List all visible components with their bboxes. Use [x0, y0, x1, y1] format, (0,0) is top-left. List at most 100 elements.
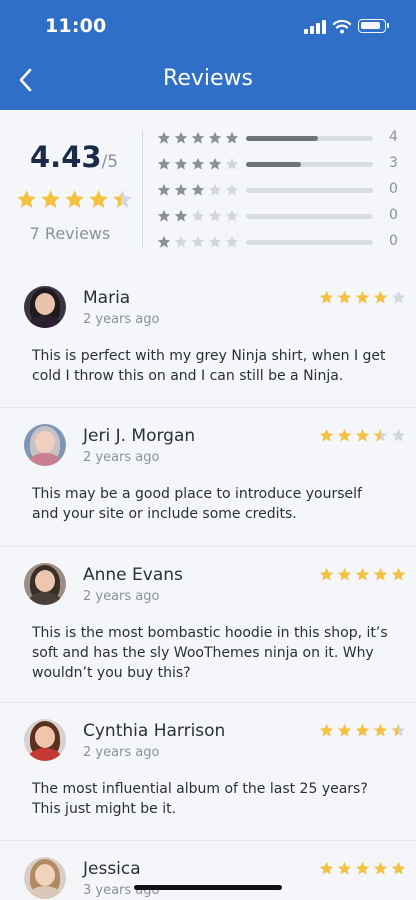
star-icon [225, 235, 239, 248]
review-item: Anne Evans 2 years ago This is the most … [0, 547, 416, 703]
star-icon [157, 235, 171, 248]
star-icon [191, 157, 205, 170]
star-icon [391, 861, 406, 875]
review-item: Jessica 3 years ago [0, 841, 416, 900]
star-icon [157, 157, 171, 170]
star-icon [355, 290, 370, 304]
reviewer-name: Anne Evans [83, 565, 183, 585]
distribution-bar [246, 240, 373, 245]
star-icon [208, 183, 222, 196]
star-icon [113, 190, 132, 208]
avatar [24, 424, 66, 466]
star-icon [355, 723, 370, 737]
star-icon [191, 235, 205, 248]
star-icon [355, 861, 370, 875]
star-icon [391, 428, 406, 442]
star-icon [391, 290, 406, 304]
star-icon [17, 190, 36, 208]
review-text: This is perfect with my grey Ninja shirt… [32, 348, 386, 384]
avatar [24, 286, 66, 328]
review-rating [319, 723, 409, 742]
star-icon [208, 209, 222, 222]
review-date: 2 years ago [83, 450, 160, 465]
star-icon [208, 131, 222, 144]
distribution-bar [246, 136, 373, 141]
star-icon [174, 183, 188, 196]
distribution-stars [157, 235, 242, 254]
star-icon [208, 157, 222, 170]
star-icon [373, 428, 388, 442]
star-icon [319, 567, 334, 581]
star-icon [191, 131, 205, 144]
star-icon [337, 567, 352, 581]
star-icon [337, 290, 352, 304]
star-icon [319, 861, 334, 875]
star-icon [319, 428, 334, 442]
review-text: The most influential album of the last 2… [32, 781, 368, 817]
star-icon [225, 183, 239, 196]
review-rating [319, 861, 409, 880]
page-title: Reviews [163, 66, 253, 91]
reviewer-name: Cynthia Harrison [83, 721, 226, 741]
star-icon [373, 723, 388, 737]
distribution-bar [246, 214, 373, 219]
reviewer-name: Jeri J. Morgan [83, 426, 196, 446]
distribution-count: 4 [389, 129, 398, 145]
wifi-icon [333, 19, 351, 34]
star-icon [355, 567, 370, 581]
average-value: 4.43 [30, 140, 102, 174]
star-icon [225, 157, 239, 170]
star-icon [65, 190, 84, 208]
star-icon [225, 209, 239, 222]
star-icon [89, 190, 108, 208]
review-item: Maria 2 years ago This is perfect with m… [0, 270, 416, 408]
app-header: 11:00 Reviews [0, 0, 416, 110]
avatar [24, 563, 66, 605]
review-date: 2 years ago [83, 312, 160, 327]
review-rating [319, 567, 409, 586]
rating-distribution: 4 3 0 0 0 [157, 127, 407, 257]
status-bar: 11:00 [0, 0, 416, 56]
reviewer-name: Jessica [83, 859, 141, 879]
distribution-stars [157, 131, 242, 150]
distribution-bar [246, 188, 373, 193]
distribution-stars [157, 157, 242, 176]
status-time: 11:00 [45, 15, 107, 37]
rating-summary: 4.43/5 7 Reviews 4 3 0 0 0 [0, 110, 416, 270]
star-icon [319, 290, 334, 304]
distribution-count: 0 [389, 181, 398, 197]
star-icon [208, 235, 222, 248]
distribution-count: 3 [389, 155, 398, 171]
star-icon [373, 290, 388, 304]
review-item: Cynthia Harrison 2 years ago The most in… [0, 703, 416, 841]
star-icon [337, 428, 352, 442]
star-icon [319, 723, 334, 737]
star-icon [391, 723, 406, 737]
reviewer-name: Maria [83, 288, 131, 308]
star-icon [174, 157, 188, 170]
avatar [24, 719, 66, 761]
cellular-signal-icon [304, 20, 326, 34]
distribution-row-1: 0 [157, 231, 407, 257]
summary-divider [142, 130, 143, 248]
review-rating [319, 428, 409, 447]
distribution-row-2: 0 [157, 205, 407, 231]
review-date: 2 years ago [83, 745, 160, 760]
star-icon [355, 428, 370, 442]
review-text: This may be a good place to introduce yo… [32, 486, 362, 522]
review-text: This is the most bombastic hoodie in thi… [32, 625, 388, 681]
distribution-bar-fill [246, 162, 301, 167]
distribution-bar-fill [246, 136, 319, 141]
star-icon [225, 131, 239, 144]
rating-scale: /5 [101, 152, 119, 172]
avatar [24, 857, 66, 899]
review-item: Jeri J. Morgan 2 years ago This may be a… [0, 408, 416, 547]
star-icon [174, 209, 188, 222]
review-date: 2 years ago [83, 589, 160, 604]
review-rating [319, 290, 409, 309]
star-icon [191, 209, 205, 222]
star-icon [373, 567, 388, 581]
star-icon [157, 183, 171, 196]
distribution-row-3: 0 [157, 179, 407, 205]
distribution-count: 0 [389, 233, 398, 249]
